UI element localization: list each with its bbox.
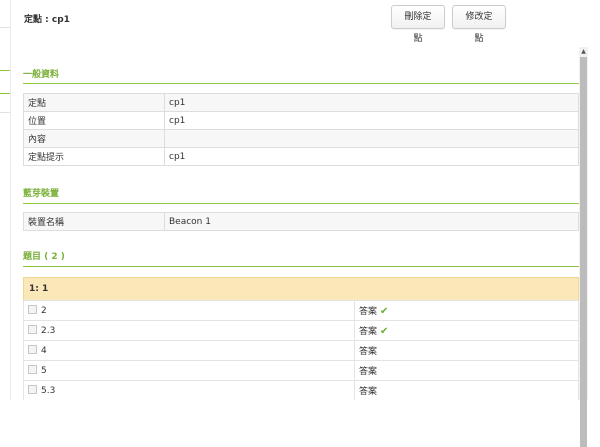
check-icon: ✔ bbox=[380, 306, 389, 317]
option-label: 5.3 bbox=[41, 386, 56, 396]
table-row: 2.3 答案 ✔ bbox=[23, 320, 579, 341]
option-checkbox[interactable] bbox=[28, 305, 37, 314]
bluetooth-table: 裝置名稱 Beacon 1 bbox=[23, 212, 579, 231]
field-label: 定點提示 bbox=[23, 147, 165, 166]
field-label: 內容 bbox=[23, 129, 165, 148]
table-row: 4 答案 bbox=[23, 340, 579, 361]
section-divider bbox=[23, 266, 579, 267]
table-row: 5 答案 bbox=[23, 360, 579, 381]
scroll-up-arrow-icon[interactable]: ▲ bbox=[579, 47, 588, 56]
question-title: 1: 1 bbox=[29, 284, 49, 294]
field-value bbox=[164, 129, 579, 148]
edit-checkpoint-button[interactable]: 修改定點 bbox=[452, 5, 506, 44]
table-row: 內容 bbox=[23, 129, 579, 148]
questions-section-title: 題目 ( 2 ) bbox=[23, 252, 65, 262]
check-icon: ✔ bbox=[380, 326, 389, 337]
bluetooth-section-title: 藍芽裝置 bbox=[23, 189, 60, 199]
page-title: 定點 : cp1 bbox=[24, 15, 70, 25]
section-divider bbox=[23, 203, 579, 204]
table-row: 5.3 答案 bbox=[23, 380, 579, 400]
option-label: 2.3 bbox=[41, 326, 56, 336]
table-row: 定點 cp1 bbox=[23, 93, 579, 112]
table-row: 定點提示 cp1 bbox=[23, 147, 579, 166]
field-label: 定點 bbox=[23, 93, 165, 112]
answer-options-table: 2 答案 ✔ 2.3 答案 ✔ 4 答案 5 答案 5.3 答案 bbox=[23, 300, 579, 400]
option-checkbox[interactable] bbox=[28, 345, 37, 354]
option-label: 5 bbox=[41, 366, 47, 376]
answer-label: 答案 bbox=[359, 327, 378, 337]
scrollbar-thumb[interactable] bbox=[580, 57, 587, 447]
field-value: cp1 bbox=[164, 111, 579, 130]
answer-label: 答案 bbox=[359, 347, 378, 357]
left-sidebar-edge bbox=[0, 0, 12, 400]
answer-label: 答案 bbox=[359, 367, 378, 377]
option-checkbox[interactable] bbox=[28, 385, 37, 394]
field-label: 位置 bbox=[23, 111, 165, 130]
answer-label: 答案 bbox=[359, 387, 378, 397]
field-value: cp1 bbox=[164, 93, 579, 112]
option-label: 2 bbox=[41, 306, 47, 316]
table-row: 裝置名稱 Beacon 1 bbox=[23, 212, 579, 231]
delete-checkpoint-button[interactable]: 刪除定點 bbox=[391, 5, 445, 44]
general-info-table: 定點 cp1 位置 cp1 內容 定點提示 cp1 bbox=[23, 93, 579, 166]
general-section-title: 一般資料 bbox=[23, 70, 60, 80]
table-row: 2 答案 ✔ bbox=[23, 300, 579, 321]
page-header: 定點 : cp1 刪除定點 修改定點 bbox=[12, 0, 600, 44]
sidebar-border bbox=[10, 0, 11, 400]
question-header: 1: 1 bbox=[23, 277, 579, 301]
option-label: 4 bbox=[41, 346, 47, 356]
vertical-scrollbar[interactable]: ▲ bbox=[579, 47, 588, 447]
field-label: 裝置名稱 bbox=[23, 212, 165, 231]
detail-panel: 一般資料 定點 cp1 位置 cp1 內容 定點提示 cp1 藍芽裝置 裝置名稱… bbox=[12, 40, 582, 400]
option-checkbox[interactable] bbox=[28, 325, 37, 334]
answer-label: 答案 bbox=[359, 307, 378, 317]
field-value: cp1 bbox=[164, 147, 579, 166]
option-checkbox[interactable] bbox=[28, 365, 37, 374]
section-divider bbox=[23, 83, 579, 84]
table-row: 位置 cp1 bbox=[23, 111, 579, 130]
field-value: Beacon 1 bbox=[164, 212, 579, 231]
